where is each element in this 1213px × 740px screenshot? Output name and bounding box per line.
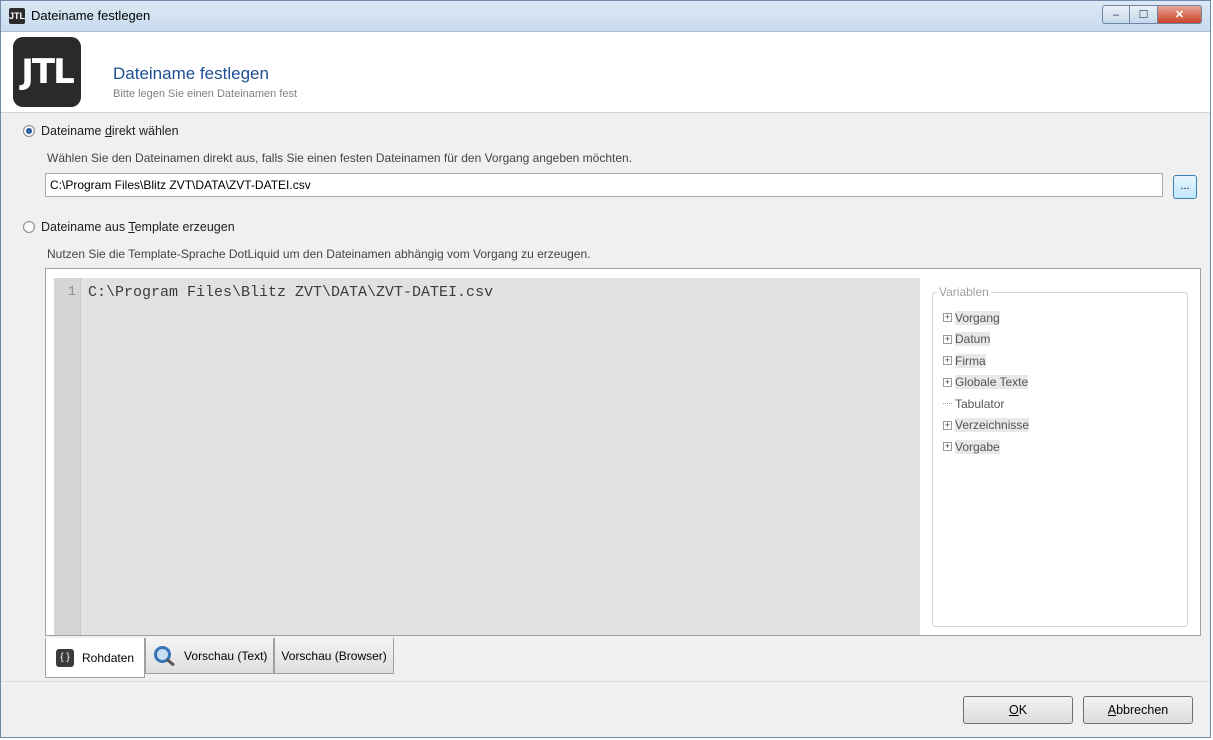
tree-item-verzeichnisse[interactable]: + Verzeichnisse — [943, 415, 1030, 437]
code-editor[interactable]: 1 C:\Program Files\Blitz ZVT\DATA\ZVT-DA… — [54, 278, 920, 635]
option-direct-description: Wählen Sie den Dateinamen direkt aus, fa… — [47, 151, 633, 165]
dialog-footer: OK Abbrechen — [1, 681, 1210, 739]
option-direct-label: Dateiname direkt wählen — [41, 124, 179, 138]
tree-item-vorgabe[interactable]: + Vorgabe — [943, 436, 1029, 458]
ok-button[interactable]: OK — [963, 696, 1073, 724]
variables-legend: Variablen — [937, 285, 991, 299]
window-title: Dateiname festlegen — [31, 8, 151, 23]
tree-item-vorgang[interactable]: + Vorgang — [943, 307, 1029, 329]
header-subtitle: Bitte legen Sie einen Dateinamen fest — [113, 88, 298, 100]
tree-item-label: Vorgang — [955, 310, 1000, 325]
tree-item-firma[interactable]: + Firma — [943, 350, 1029, 372]
option-template-description: Nutzen Sie die Template-Sprache DotLiqui… — [47, 247, 591, 261]
window-controls: – ☐ ✕ — [1102, 5, 1202, 25]
maximize-button[interactable]: ☐ — [1130, 5, 1158, 24]
magnifier-icon — [152, 645, 178, 667]
tab-vorschau-text[interactable]: Vorschau (Text) — [145, 638, 275, 674]
tree-line-icon — [943, 403, 952, 405]
app-logo-icon: JTL — [9, 8, 25, 24]
cancel-button[interactable]: Abbrechen — [1083, 696, 1193, 724]
variables-group: Variablen + Vorgang + Datum + Firma + Gl… — [932, 285, 1188, 627]
tree-item-globale-texte[interactable]: + Globale Texte — [943, 372, 1029, 394]
title-bar[interactable]: JTL Dateiname festlegen – ☐ ✕ — [1, 1, 1210, 32]
tree-item-tabulator[interactable]: Tabulator — [943, 393, 1029, 415]
tab-vorschau-browser[interactable]: Vorschau (Browser) — [274, 638, 394, 674]
tree-item-label: Globale Texte — [955, 375, 1029, 390]
tab-label: Rohdaten — [82, 650, 135, 665]
template-editor-panel: 1 C:\Program Files\Blitz ZVT\DATA\ZVT-DA… — [45, 268, 1201, 636]
braces-icon: { } — [56, 648, 74, 667]
expand-icon[interactable]: + — [943, 313, 952, 323]
tab-rohdaten[interactable]: { } Rohdaten — [45, 638, 146, 678]
option-template-label: Dateiname aus Template erzeugen — [41, 220, 235, 234]
option-direct-radio[interactable]: Dateiname direkt wählen — [23, 124, 179, 138]
tree-item-label: Datum — [955, 332, 991, 347]
close-button[interactable]: ✕ — [1158, 5, 1202, 24]
expand-icon[interactable]: + — [943, 356, 952, 366]
radio-button-unchecked[interactable] — [23, 221, 35, 233]
filename-path-input[interactable] — [45, 173, 1163, 197]
expand-icon[interactable]: + — [943, 334, 952, 344]
expand-icon[interactable]: + — [943, 442, 952, 452]
code-line[interactable]: C:\Program Files\Blitz ZVT\DATA\ZVT-DATE… — [88, 284, 493, 301]
expand-icon[interactable]: + — [943, 377, 952, 387]
radio-button-checked[interactable] — [23, 125, 35, 137]
tree-item-label: Tabulator — [955, 396, 1005, 411]
tab-label: Vorschau (Text) — [184, 648, 268, 663]
option-template-radio[interactable]: Dateiname aus Template erzeugen — [23, 220, 235, 234]
tree-item-label: Firma — [955, 353, 986, 368]
variables-tree: + Vorgang + Datum + Firma + Globale Text… — [943, 307, 1030, 458]
expand-icon[interactable]: + — [943, 420, 952, 430]
tab-label: Vorschau (Browser) — [281, 648, 387, 663]
dialog-header: JTL Dateiname festlegen Bitte legen Sie … — [1, 32, 1210, 113]
line-number: 1 — [67, 284, 76, 300]
jtl-logo: JTL — [13, 37, 81, 107]
editor-tabs: { } Rohdaten Vorschau (Text) Vorschau (B… — [45, 638, 394, 678]
tree-item-label: Verzeichnisse — [955, 418, 1030, 433]
tree-item-label: Vorgabe — [955, 439, 1000, 454]
dialog-window: JTL Dateiname festlegen – ☐ ✕ JTL Datein… — [0, 0, 1211, 738]
minimize-button[interactable]: – — [1102, 5, 1130, 24]
tree-item-datum[interactable]: + Datum — [943, 329, 1029, 351]
header-title: Dateiname festlegen — [113, 64, 269, 83]
line-number-gutter: 1 — [54, 278, 81, 635]
browse-button[interactable]: ... — [1173, 175, 1197, 199]
